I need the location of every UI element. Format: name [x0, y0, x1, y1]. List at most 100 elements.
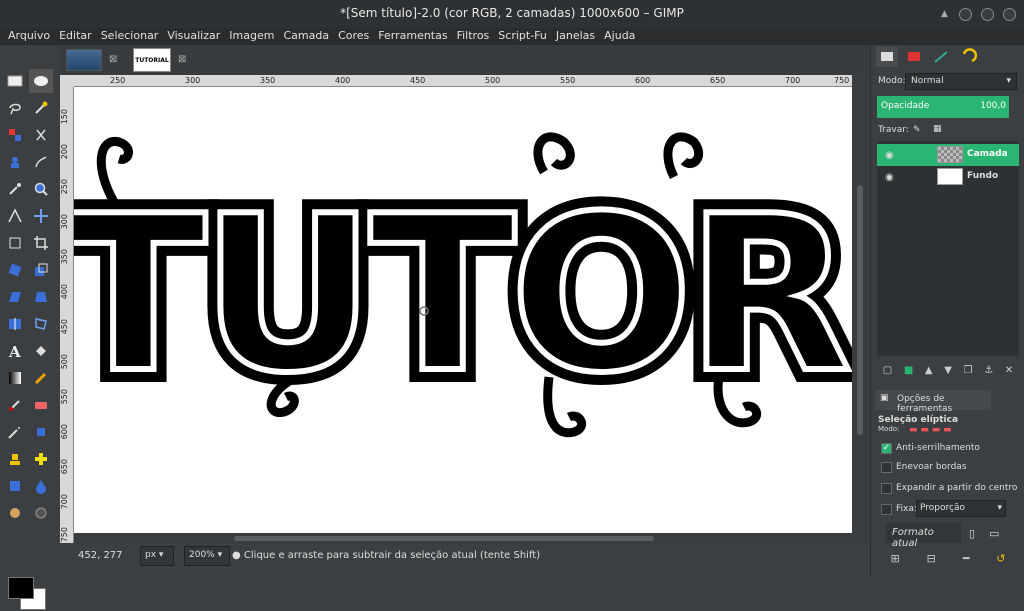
crop-icon[interactable]	[29, 231, 53, 255]
blur-icon[interactable]	[29, 474, 53, 498]
anchor-layer-icon[interactable]: ⚓	[984, 365, 993, 376]
lasso-icon[interactable]	[3, 96, 27, 120]
airbrush-icon[interactable]	[3, 420, 27, 444]
vertical-scrollbar[interactable]	[852, 75, 870, 543]
horizontal-scrollbar[interactable]	[74, 533, 852, 543]
delete-layer-icon[interactable]: ✕	[1005, 365, 1013, 376]
scale-icon[interactable]	[29, 258, 53, 282]
blend-icon[interactable]	[3, 366, 27, 390]
layer-row[interactable]: ◉ Camada	[877, 144, 1019, 166]
minimize-button[interactable]	[959, 8, 972, 21]
unit-select[interactable]: px ▾	[140, 546, 174, 566]
image-tabs: ⊠ TUTORIAL ⊠	[60, 45, 870, 75]
lower-layer-icon[interactable]: ▼	[944, 365, 952, 376]
move-icon[interactable]	[29, 204, 53, 228]
menu-visualizar[interactable]: Visualizar	[163, 28, 225, 45]
reset-options-icon[interactable]: ↺	[996, 552, 1005, 565]
fuzzy-select-icon[interactable]	[29, 96, 53, 120]
clone-icon[interactable]	[3, 447, 27, 471]
feather-checkbox[interactable]	[881, 462, 892, 473]
measure-icon[interactable]	[3, 204, 27, 228]
expand-center-checkbox[interactable]	[881, 483, 892, 494]
zoom-icon[interactable]	[29, 177, 53, 201]
raise-layer-icon[interactable]: ▲	[925, 365, 933, 376]
pencil-icon[interactable]	[29, 366, 53, 390]
close-button[interactable]	[1003, 8, 1016, 21]
window-menu-icon[interactable]: ▲	[939, 8, 950, 21]
ruler-label: 300	[60, 214, 69, 230]
foreground-select-icon[interactable]	[3, 150, 27, 174]
antialias-checkbox[interactable]: ✓	[881, 443, 892, 454]
menu-camada[interactable]: Camada	[279, 28, 334, 45]
menu-janelas[interactable]: Janelas	[552, 28, 600, 45]
menu-ferramentas[interactable]: Ferramentas	[374, 28, 452, 45]
color-picker-icon[interactable]	[3, 177, 27, 201]
menu-script-fu[interactable]: Script-Fu	[494, 28, 552, 45]
restore-options-icon[interactable]: ⊟	[927, 552, 936, 565]
zoom-select[interactable]: 200% ▾	[184, 546, 230, 566]
perspective-clone-icon[interactable]	[3, 474, 27, 498]
fixed-select[interactable]: Proporção ▾	[916, 500, 1006, 517]
mode-select[interactable]: Normal ▾	[905, 73, 1017, 90]
shear-icon[interactable]	[3, 285, 27, 309]
image-tab-2[interactable]: TUTORIAL	[133, 48, 171, 72]
ellipse-select-icon[interactable]	[29, 69, 53, 93]
expand-center-label: Expandir a partir do centro	[896, 483, 1018, 493]
bucket-fill-icon[interactable]	[29, 339, 53, 363]
menu-filtros[interactable]: Filtros	[453, 28, 495, 45]
fixed-checkbox[interactable]	[881, 504, 892, 515]
layers-tab-icon[interactable]	[876, 47, 898, 67]
landscape-icon[interactable]: ▭	[989, 527, 999, 540]
new-layer-icon[interactable]: ▢	[883, 365, 892, 376]
maximize-button[interactable]	[981, 8, 994, 21]
menu-arquivo[interactable]: Arquivo	[4, 28, 55, 45]
menu-ajuda[interactable]: Ajuda	[600, 28, 640, 45]
image-canvas[interactable]: TUTORIA TUTORIA	[74, 87, 852, 533]
scissors-icon[interactable]	[29, 123, 53, 147]
eraser-icon[interactable]	[29, 393, 53, 417]
new-layer-group-icon[interactable]: ■	[904, 365, 913, 376]
text-icon[interactable]: A	[3, 339, 27, 363]
duplicate-layer-icon[interactable]: ❐	[964, 365, 973, 376]
lock-alpha-icon[interactable]: ▦	[933, 124, 942, 134]
close-tab-icon[interactable]: ⊠	[178, 54, 186, 65]
selection-mode-icons[interactable]: ▬ ▬ ▬ ▬	[909, 425, 952, 435]
info-icon: ●	[232, 550, 244, 561]
menu-selecionar[interactable]: Selecionar	[97, 28, 164, 45]
tool-options-tab[interactable]: ▣ Opções de ferramentas	[875, 390, 991, 414]
foreground-color-swatch[interactable]	[8, 577, 34, 599]
paths-icon[interactable]	[29, 150, 53, 174]
perspective-icon[interactable]	[29, 285, 53, 309]
heal-icon[interactable]	[29, 447, 53, 471]
channels-tab-icon[interactable]	[903, 47, 925, 67]
undo-history-tab-icon[interactable]	[957, 47, 979, 67]
align-icon[interactable]	[3, 231, 27, 255]
smudge-icon[interactable]	[3, 501, 27, 525]
rotate-icon[interactable]	[3, 258, 27, 282]
menu-imagem[interactable]: Imagem	[225, 28, 279, 45]
lock-pixels-icon[interactable]: ✎	[913, 125, 921, 135]
color-swatches[interactable]	[8, 577, 48, 611]
opacity-slider[interactable]: Opacidade 100,0	[877, 96, 1009, 118]
visibility-eye-icon[interactable]: ◉	[885, 172, 894, 183]
menu-cores[interactable]: Cores	[334, 28, 374, 45]
rect-select-icon[interactable]	[3, 69, 27, 93]
paintbrush-icon[interactable]	[3, 393, 27, 417]
layer-row[interactable]: ◉ Fundo	[877, 166, 1019, 188]
close-tab-icon[interactable]: ⊠	[109, 54, 117, 65]
portrait-icon[interactable]: ▯	[969, 527, 975, 540]
current-format-field[interactable]: Formato atual	[886, 523, 961, 549]
delete-options-icon[interactable]: ━	[963, 552, 970, 565]
image-tab-1[interactable]	[66, 49, 102, 71]
ink-icon[interactable]	[29, 420, 53, 444]
dodge-burn-icon[interactable]	[29, 501, 53, 525]
select-by-color-icon[interactable]	[3, 123, 27, 147]
cage-transform-icon[interactable]	[29, 312, 53, 336]
paths-tab-icon[interactable]	[930, 47, 952, 67]
vertical-ruler[interactable]: 150 200 250 300 350 400 450 500 550 600 …	[60, 87, 74, 543]
horizontal-ruler[interactable]: 250 300 350 400 450 500 550 600 650 700 …	[74, 75, 852, 87]
flip-icon[interactable]	[3, 312, 27, 336]
save-options-icon[interactable]: ⊞	[890, 552, 899, 565]
menu-editar[interactable]: Editar	[55, 28, 97, 45]
visibility-eye-icon[interactable]: ◉	[885, 150, 894, 161]
